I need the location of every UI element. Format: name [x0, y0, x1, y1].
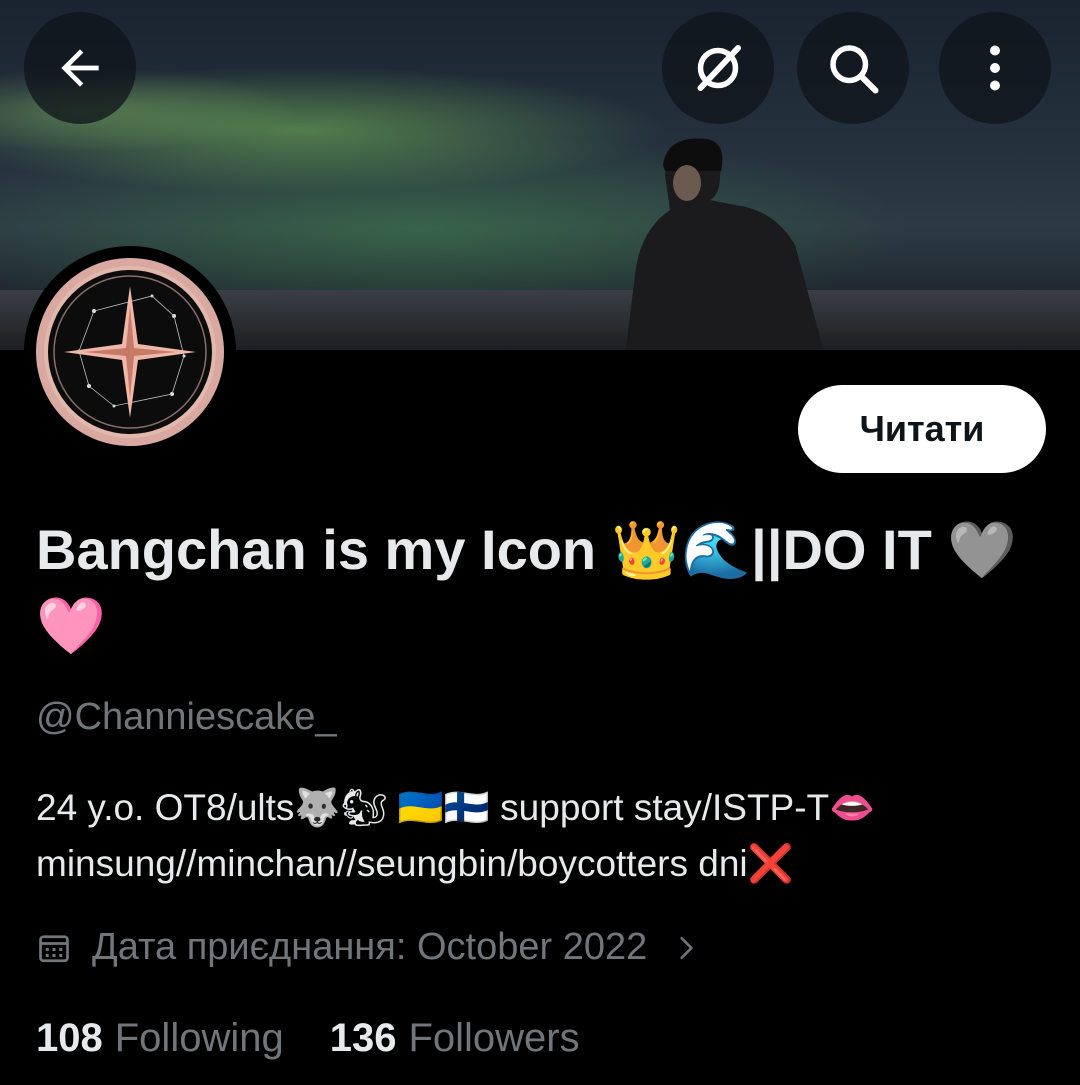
- display-name: Bangchan is my Icon 👑🌊||DO IT 🩶🩷: [36, 518, 1018, 657]
- bio-line: 24 y.o. OT8/ults🐺🐿 🇺🇦🇫🇮 support stay/IST…: [36, 787, 876, 828]
- followers-label: Followers: [408, 1016, 580, 1060]
- follow-button[interactable]: Читати: [798, 385, 1046, 473]
- follow-stats: 108 Following 136 Followers: [36, 1016, 580, 1061]
- following-label: Following: [114, 1016, 284, 1060]
- search-icon: [830, 45, 879, 94]
- join-date-row[interactable]: Дата приєднання: October 2022: [36, 926, 699, 969]
- search-button[interactable]: [797, 12, 909, 124]
- calendar-icon: [39, 934, 69, 962]
- grok-button[interactable]: [662, 12, 774, 124]
- bio: 24 y.o. OT8/ults🐺🐿 🇺🇦🇫🇮 support stay/IST…: [36, 780, 1046, 892]
- chevron-right-icon: [680, 936, 693, 959]
- back-button[interactable]: [24, 12, 136, 124]
- arrow-left-icon: [61, 49, 99, 87]
- slashed-circle-icon: [697, 45, 741, 91]
- user-handle: @Channiescake_: [36, 696, 337, 738]
- following-link[interactable]: 108 Following: [36, 1016, 284, 1061]
- banner-person-silhouette: [625, 138, 824, 350]
- followers-count: 136: [329, 1016, 397, 1060]
- bio-line: minsung//minchan//seungbin/boycotters dn…: [36, 843, 794, 884]
- join-date-text: Дата приєднання: October 2022: [92, 926, 648, 968]
- followers-link[interactable]: 136 Followers: [330, 1016, 580, 1061]
- more-options-button[interactable]: [939, 12, 1051, 124]
- more-vertical-icon: [990, 45, 1000, 91]
- avatar[interactable]: [24, 246, 236, 458]
- following-count: 108: [36, 1016, 103, 1060]
- compass-star-avatar-image: [36, 258, 224, 446]
